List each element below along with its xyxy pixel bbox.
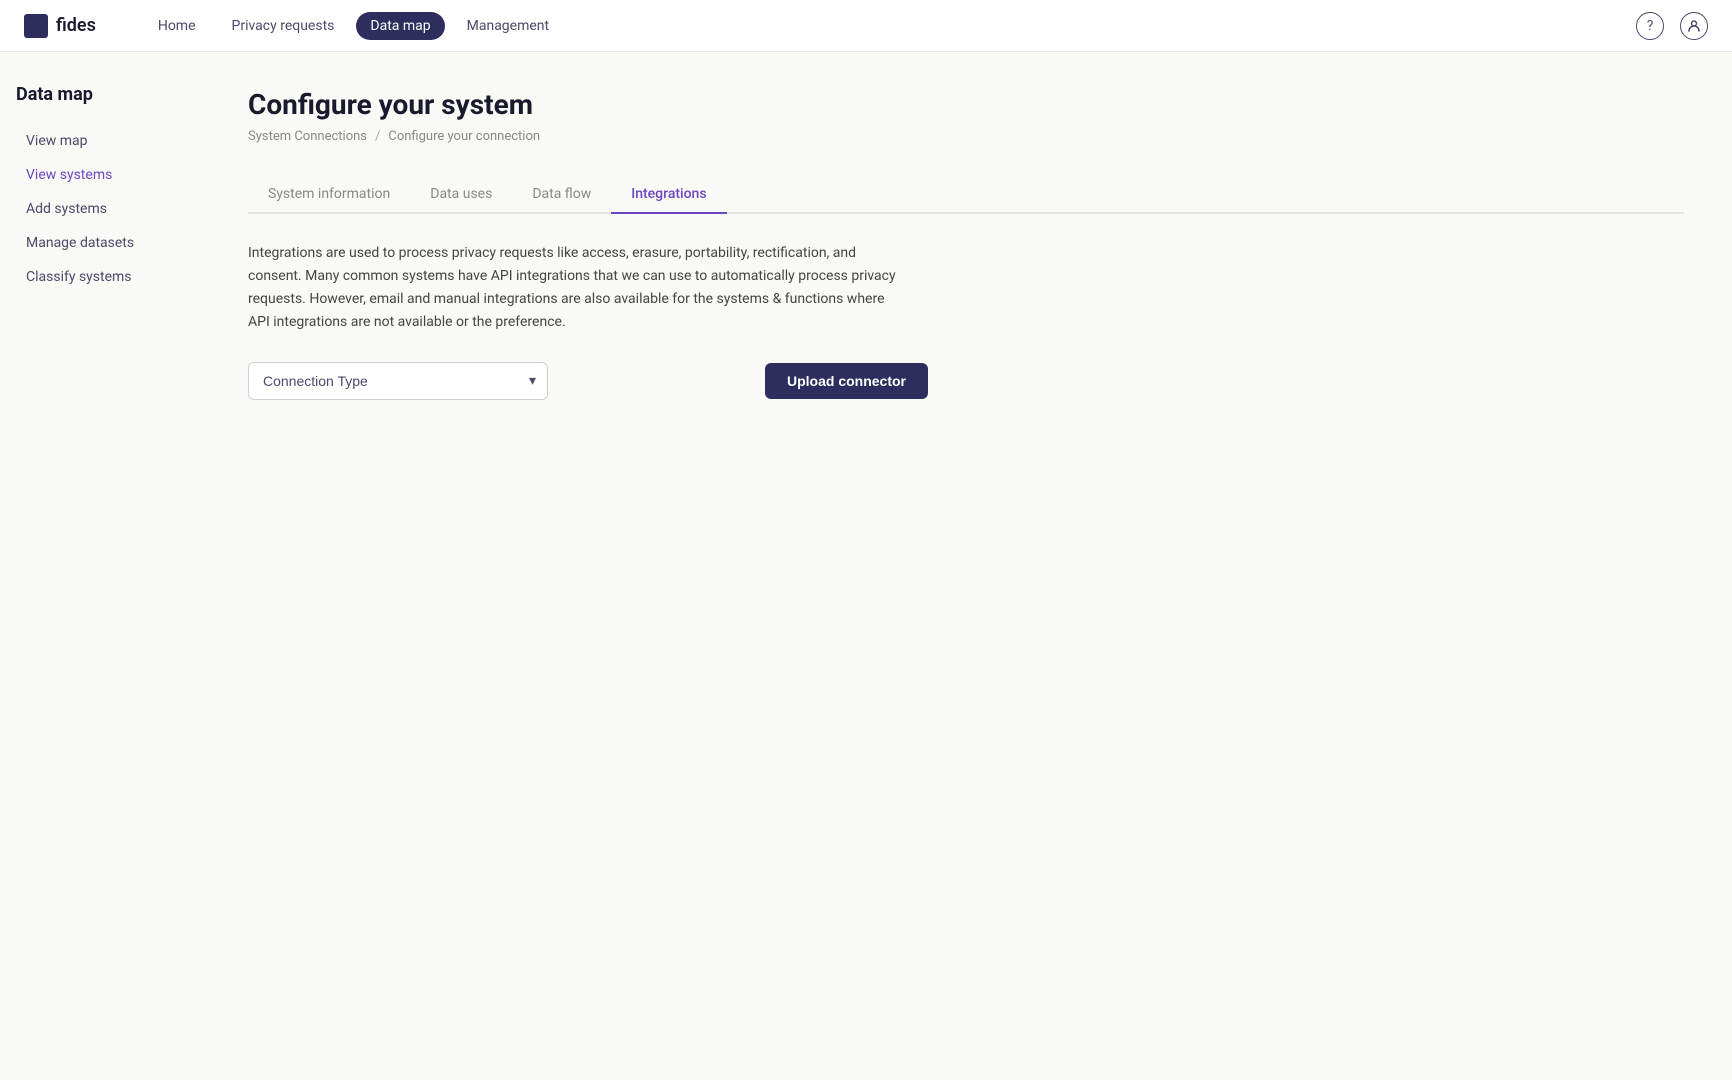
sidebar-item-classify-systems[interactable]: Classify systems [16, 261, 184, 293]
integrations-description: Integrations are used to process privacy… [248, 242, 908, 334]
tab-system-information[interactable]: System information [248, 176, 410, 214]
sidebar-title: Data map [16, 84, 184, 105]
tab-data-uses[interactable]: Data uses [410, 176, 512, 214]
logo-area: fides [24, 14, 96, 38]
user-icon[interactable] [1680, 12, 1708, 40]
logo-text: fides [56, 15, 96, 36]
sidebar-item-add-systems[interactable]: Add systems [16, 193, 184, 225]
sidebar-item-manage-datasets[interactable]: Manage datasets [16, 227, 184, 259]
page-title: Configure your system [248, 88, 1684, 121]
nav-link-privacy-requests[interactable]: Privacy requests [218, 12, 349, 40]
tab-data-flow[interactable]: Data flow [512, 176, 611, 214]
breadcrumb-separator: / [375, 129, 380, 144]
sidebar-item-view-map[interactable]: View map [16, 125, 184, 157]
nav-link-management[interactable]: Management [453, 12, 563, 40]
sidebar: Data map View map View systems Add syste… [0, 52, 200, 1080]
top-navigation: fides Home Privacy requests Data map Man… [0, 0, 1732, 52]
breadcrumb: System Connections / Configure your conn… [248, 129, 1684, 144]
breadcrumb-system-connections[interactable]: System Connections [248, 129, 367, 144]
help-icon[interactable]: ? [1636, 12, 1664, 40]
sidebar-item-view-systems[interactable]: View systems [16, 159, 184, 191]
nav-link-data-map[interactable]: Data map [356, 12, 444, 40]
nav-links: Home Privacy requests Data map Managemen… [144, 12, 1604, 40]
connection-type-wrapper: Connection Type ▾ [248, 362, 548, 400]
breadcrumb-configure-connection: Configure your connection [388, 129, 540, 144]
nav-right: ? [1636, 12, 1708, 40]
logo-icon [24, 14, 48, 38]
nav-link-home[interactable]: Home [144, 12, 210, 40]
connection-row: Connection Type ▾ Upload connector [248, 362, 928, 400]
tabs-container: System information Data uses Data flow I… [248, 176, 1684, 214]
tab-integrations[interactable]: Integrations [611, 176, 726, 214]
connection-type-select[interactable]: Connection Type [248, 362, 548, 400]
content-area: Configure your system System Connections… [200, 52, 1732, 1080]
upload-connector-button[interactable]: Upload connector [765, 363, 928, 399]
main-layout: Data map View map View systems Add syste… [0, 52, 1732, 1080]
